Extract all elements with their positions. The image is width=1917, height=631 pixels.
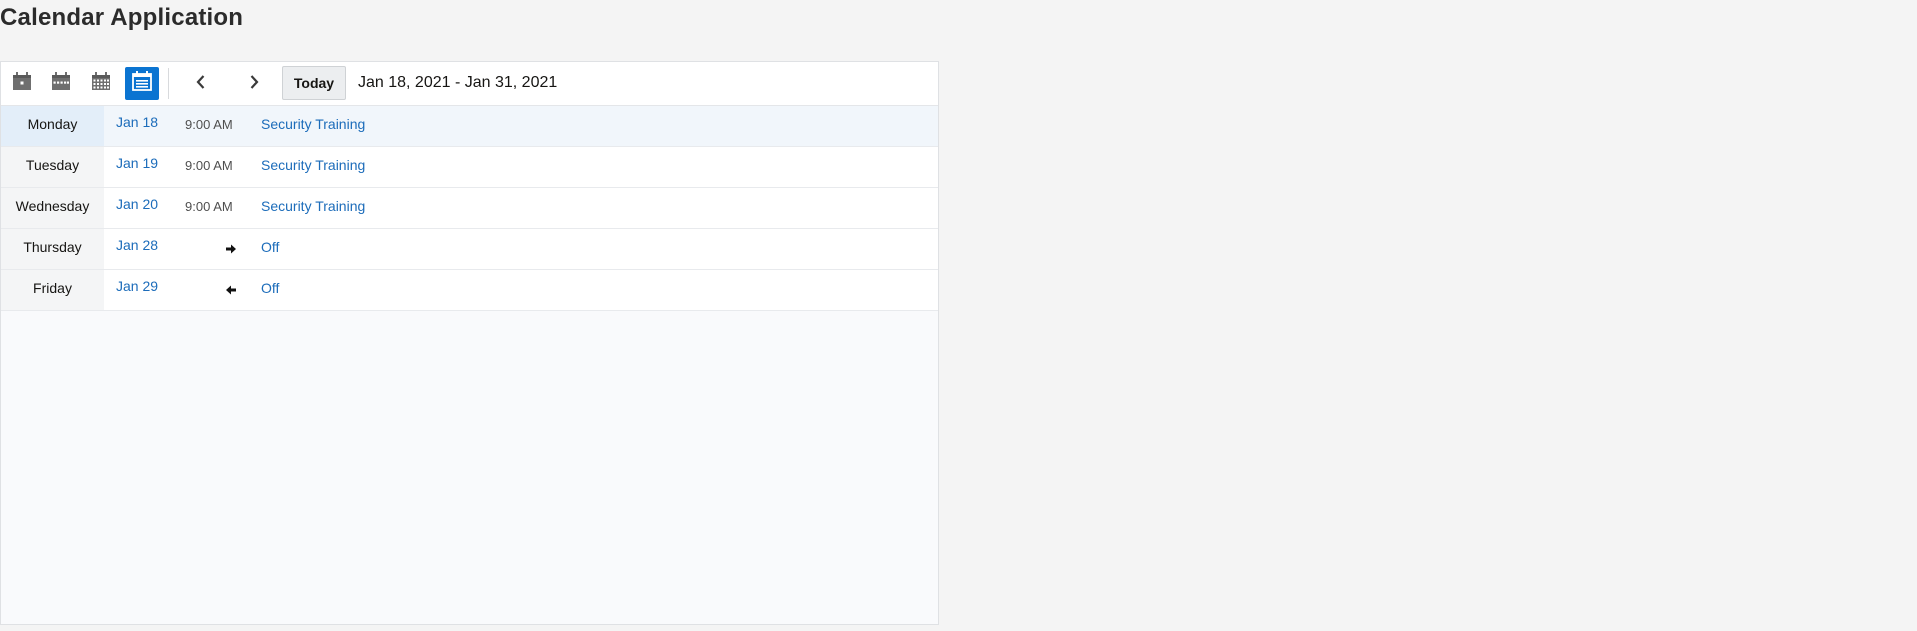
date-range-label: Jan 18, 2021 - Jan 31, 2021 xyxy=(358,74,558,91)
calendar-toolbar: Today Jan 18, 2021 - Jan 31, 2021 xyxy=(1,62,938,106)
agenda-day: Friday xyxy=(1,270,104,310)
agenda-row: Wednesday Jan 20 9:00 AM Security Traini… xyxy=(1,188,938,229)
calendar: Today Jan 18, 2021 - Jan 31, 2021 Monday… xyxy=(0,61,939,625)
agenda-day: Wednesday xyxy=(1,188,104,228)
day-view-icon xyxy=(12,71,32,96)
agenda-event-link[interactable]: Security Training xyxy=(261,116,365,132)
agenda-row: Tuesday Jan 19 9:00 AM Security Training xyxy=(1,147,938,188)
arrow-right-icon xyxy=(225,242,237,254)
agenda-row: Friday Jan 29 Off xyxy=(1,270,938,311)
chevron-right-icon xyxy=(248,74,260,95)
previous-button[interactable] xyxy=(184,70,218,98)
list-view-icon xyxy=(131,70,153,97)
agenda-event-link[interactable]: Off xyxy=(261,280,279,296)
agenda-date-link[interactable]: Jan 20 xyxy=(116,196,158,212)
page-title: Calendar Application xyxy=(0,4,244,31)
today-button[interactable]: Today xyxy=(282,66,346,100)
day-view-button[interactable] xyxy=(5,67,39,100)
week-view-button[interactable] xyxy=(44,67,78,100)
agenda-event-link[interactable]: Security Training xyxy=(261,198,365,214)
week-view-icon xyxy=(51,71,71,96)
agenda-day: Thursday xyxy=(1,229,104,269)
agenda-row: Thursday Jan 28 Off xyxy=(1,229,938,270)
agenda-day: Tuesday xyxy=(1,147,104,187)
next-button[interactable] xyxy=(237,70,271,98)
agenda-date-link[interactable]: Jan 28 xyxy=(116,237,158,253)
agenda-date-link[interactable]: Jan 19 xyxy=(116,155,158,171)
list-view-button[interactable] xyxy=(125,67,159,100)
agenda-row: Monday Jan 18 9:00 AM Security Training xyxy=(1,106,938,147)
agenda-date-link[interactable]: Jan 18 xyxy=(116,114,158,130)
chevron-left-icon xyxy=(195,74,207,95)
agenda-time: 9:00 AM xyxy=(185,199,233,214)
agenda-event-link[interactable]: Off xyxy=(261,239,279,255)
arrow-left-icon xyxy=(225,283,237,295)
agenda-day: Monday xyxy=(1,106,104,146)
toolbar-divider xyxy=(168,68,169,99)
month-view-icon xyxy=(91,71,111,96)
agenda-event-link[interactable]: Security Training xyxy=(261,157,365,173)
agenda-date-link[interactable]: Jan 29 xyxy=(116,278,158,294)
agenda-list: Monday Jan 18 9:00 AM Security Training … xyxy=(1,106,938,311)
month-view-button[interactable] xyxy=(84,67,118,100)
agenda-time: 9:00 AM xyxy=(185,158,233,173)
agenda-time: 9:00 AM xyxy=(185,117,233,132)
